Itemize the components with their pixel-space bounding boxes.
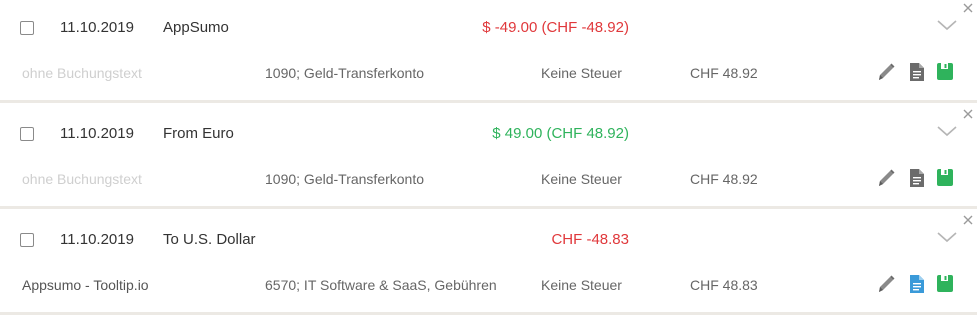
transaction-date: 11.10.2019 — [60, 125, 134, 142]
transaction-date: 11.10.2019 — [60, 231, 134, 248]
select-checkbox[interactable] — [20, 233, 34, 247]
transaction-amount: $ 49.00 (CHF 48.92) — [492, 125, 629, 142]
close-icon[interactable] — [962, 214, 974, 226]
select-checkbox[interactable] — [20, 127, 34, 141]
save-icon[interactable] — [935, 61, 955, 83]
save-icon[interactable] — [935, 167, 955, 189]
close-icon[interactable] — [962, 2, 974, 14]
chevron-down-icon[interactable] — [936, 230, 958, 244]
transaction-amount: CHF -48.83 — [551, 231, 629, 248]
account-field[interactable]: 1090; Geld-Transferkonto — [265, 171, 523, 187]
transaction-description: To U.S. Dollar — [163, 231, 256, 248]
chevron-down-icon[interactable] — [936, 18, 958, 32]
pencil-icon[interactable] — [876, 61, 896, 83]
booking-text[interactable]: Appsumo - Tooltip.io — [22, 277, 149, 293]
transaction-card: 11.10.2019 From Euro $ 49.00 (CHF 48.92)… — [0, 106, 977, 209]
document-icon[interactable] — [907, 273, 927, 295]
transaction-description: AppSumo — [163, 19, 229, 36]
tax-field[interactable]: Keine Steuer — [541, 65, 622, 81]
document-icon[interactable] — [907, 61, 927, 83]
transaction-description: From Euro — [163, 125, 234, 142]
booking-text[interactable]: ohne Buchungstext — [22, 65, 142, 81]
close-icon[interactable] — [962, 108, 974, 120]
tax-field[interactable]: Keine Steuer — [541, 171, 622, 187]
account-field[interactable]: 6570; IT Software & SaaS, Gebühren — [265, 277, 523, 293]
booking-text[interactable]: ohne Buchungstext — [22, 171, 142, 187]
select-checkbox[interactable] — [20, 21, 34, 35]
transaction-card: 11.10.2019 To U.S. Dollar CHF -48.83 App… — [0, 212, 977, 315]
save-icon[interactable] — [935, 273, 955, 295]
document-icon[interactable] — [907, 167, 927, 189]
transaction-card: 11.10.2019 AppSumo $ -49.00 (CHF -48.92)… — [0, 0, 977, 103]
pencil-icon[interactable] — [876, 167, 896, 189]
pencil-icon[interactable] — [876, 273, 896, 295]
transaction-date: 11.10.2019 — [60, 19, 134, 36]
transaction-amount: $ -49.00 (CHF -48.92) — [482, 19, 629, 36]
account-field[interactable]: 1090; Geld-Transferkonto — [265, 65, 523, 81]
chevron-down-icon[interactable] — [936, 124, 958, 138]
chf-amount: CHF 48.92 — [690, 65, 758, 81]
chf-amount: CHF 48.83 — [690, 277, 758, 293]
tax-field[interactable]: Keine Steuer — [541, 277, 622, 293]
chf-amount: CHF 48.92 — [690, 171, 758, 187]
